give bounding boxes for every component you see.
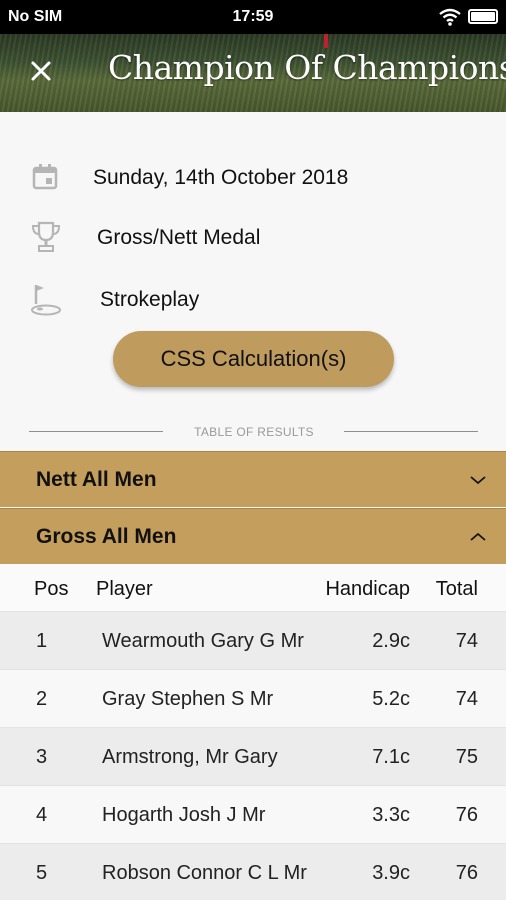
table-row[interactable]: 2 Gray Stephen S Mr 5.2c 74 xyxy=(0,670,506,728)
cell-pos: 3 xyxy=(36,746,48,768)
cell-handicap: 2.9c xyxy=(372,630,410,652)
cell-player: Armstrong, Mr Gary xyxy=(102,746,278,768)
table-header: Pos Player Handicap Total xyxy=(0,564,506,612)
cell-player: Wearmouth Gary G Mr xyxy=(102,630,304,652)
cell-handicap: 3.9c xyxy=(372,862,410,884)
cell-player: Hogarth Josh J Mr xyxy=(102,804,266,826)
table-row[interactable]: 3 Armstrong, Mr Gary 7.1c 75 xyxy=(0,728,506,786)
calendar-icon xyxy=(32,164,58,190)
cell-pos: 5 xyxy=(36,862,48,884)
section-nett-all-men[interactable]: Nett All Men xyxy=(0,451,506,507)
cell-player: Gray Stephen S Mr xyxy=(102,688,274,710)
clock: 17:59 xyxy=(232,8,274,25)
cell-handicap: 7.1c xyxy=(372,746,410,768)
event-header: Champion Of Champions... xyxy=(0,34,506,112)
format-row: Gross/Nett Medal xyxy=(0,214,506,264)
section-label: Gross All Men xyxy=(36,525,177,548)
chevron-up-icon xyxy=(470,532,486,541)
event-format: Gross/Nett Medal xyxy=(97,226,261,249)
table-row[interactable]: 4 Hogarth Josh J Mr 3.3c 76 xyxy=(0,786,506,844)
battery-icon xyxy=(468,9,498,24)
cell-pos: 2 xyxy=(36,688,48,710)
divider-right xyxy=(344,431,478,432)
cell-total: 75 xyxy=(455,746,478,768)
table-body: 1 Wearmouth Gary G Mr 2.9c 74 2 Gray Ste… xyxy=(0,612,506,900)
play-type: Strokeplay xyxy=(100,288,200,311)
date-row: Sunday, 14th October 2018 xyxy=(0,154,506,204)
table-row[interactable]: 1 Wearmouth Gary G Mr 2.9c 74 xyxy=(0,612,506,670)
results-divider-label: TABLE OF RESULTS xyxy=(194,425,314,439)
column-header-pos: Pos xyxy=(34,578,69,600)
chevron-down-icon xyxy=(470,476,486,485)
divider-left xyxy=(29,431,163,432)
close-icon[interactable] xyxy=(26,56,56,86)
column-header-handicap: Handicap xyxy=(325,578,410,600)
cell-handicap: 5.2c xyxy=(372,688,410,710)
event-date: Sunday, 14th October 2018 xyxy=(93,166,349,189)
cell-total: 76 xyxy=(455,804,478,826)
golf-hole-icon xyxy=(31,285,61,316)
cell-total: 74 xyxy=(455,688,478,710)
play-type-row: Strokeplay xyxy=(0,276,506,326)
flag-decoration xyxy=(324,34,328,48)
cell-handicap: 3.3c xyxy=(372,804,410,826)
section-gross-all-men[interactable]: Gross All Men xyxy=(0,508,506,564)
wifi-icon xyxy=(439,8,461,26)
cell-player: Robson Connor C L Mr xyxy=(102,862,307,884)
column-header-total: Total xyxy=(435,578,478,600)
results-table: Pos Player Handicap Total 1 Wearmouth Ga… xyxy=(0,564,506,900)
trophy-icon xyxy=(31,221,61,252)
page-title: Champion Of Champions... xyxy=(108,48,506,87)
cell-total: 76 xyxy=(455,862,478,884)
cell-pos: 4 xyxy=(36,804,48,826)
section-label: Nett All Men xyxy=(36,468,157,491)
css-calculation-button[interactable]: CSS Calculation(s) xyxy=(113,331,394,387)
status-bar: No SIM 17:59 xyxy=(0,0,506,34)
table-row[interactable]: 5 Robson Connor C L Mr 3.9c 76 xyxy=(0,844,506,900)
column-header-player: Player xyxy=(96,578,153,600)
cell-pos: 1 xyxy=(36,630,48,652)
cell-total: 74 xyxy=(455,630,478,652)
